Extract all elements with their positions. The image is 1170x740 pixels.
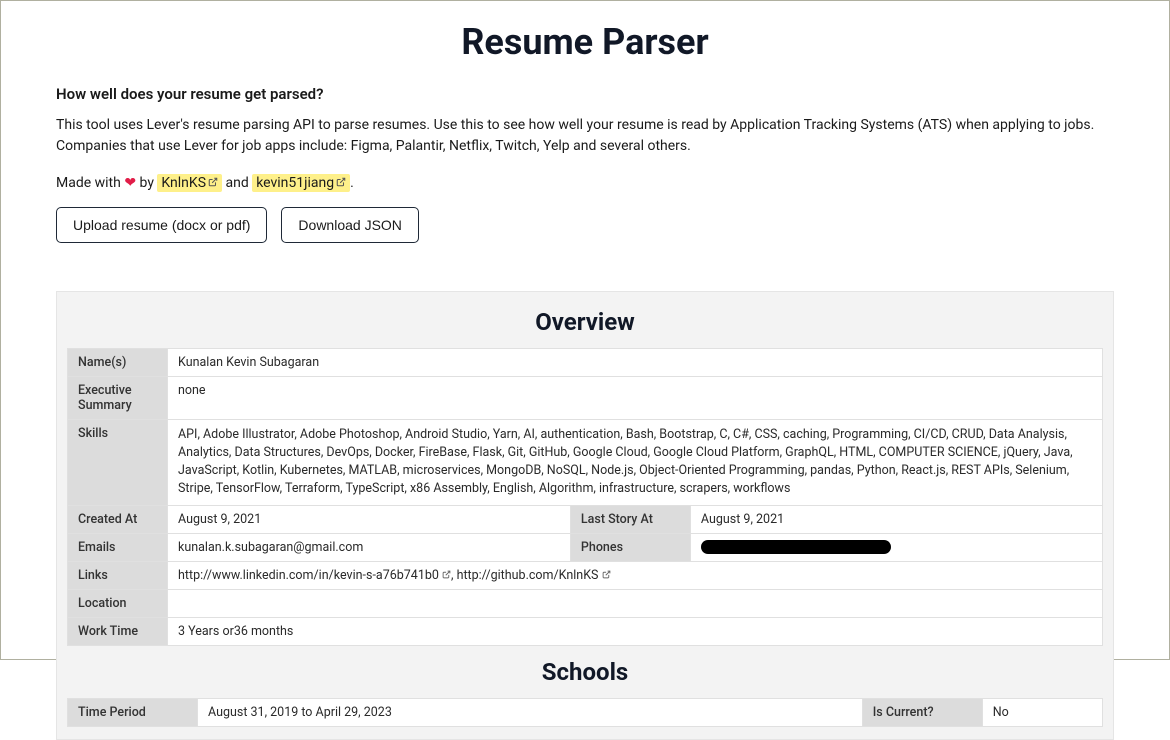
label-phones: Phones (570, 533, 690, 561)
label-links: Links (68, 561, 168, 589)
table-row: Links http://www.linkedin.com/in/kevin-s… (68, 561, 1103, 589)
link-github[interactable]: http://github.com/KnlnKS (457, 568, 599, 583)
label-names: Name(s) (68, 349, 168, 377)
table-row: Skills API, Adobe Illustrator, Adobe Pho… (68, 420, 1103, 506)
author-link-1[interactable]: KnlnKS (157, 174, 222, 192)
label-work-time: Work Time (68, 617, 168, 645)
label-last-story: Last Story At (570, 505, 690, 533)
table-row: Created At August 9, 2021 Last Story At … (68, 505, 1103, 533)
value-exec-summary: none (168, 377, 1103, 420)
value-work-time: 3 Years or36 months (168, 617, 1103, 645)
credits-prefix: Made with (56, 175, 124, 191)
value-created-at: August 9, 2021 (168, 505, 571, 533)
external-link-icon (336, 175, 346, 185)
subtitle: How well does your resume get parsed? (56, 85, 1114, 103)
credits-and: and (222, 175, 252, 191)
table-row: Emails kunalan.k.subagaran@gmail.com Pho… (68, 533, 1103, 561)
results-panel: Overview Name(s) Kunalan Kevin Subagaran… (56, 291, 1114, 740)
external-link-icon (602, 568, 611, 583)
value-emails: kunalan.k.subagaran@gmail.com (168, 533, 571, 561)
table-row: Name(s) Kunalan Kevin Subagaran (68, 349, 1103, 377)
button-row: Upload resume (docx or pdf) Download JSO… (56, 207, 1114, 243)
credits-period: . (350, 175, 354, 191)
label-is-current: Is Current? (862, 698, 982, 726)
table-row: Work Time 3 Years or36 months (68, 617, 1103, 645)
schools-title: Schools (57, 658, 1113, 686)
upload-button[interactable]: Upload resume (docx or pdf) (56, 207, 267, 243)
page-title: Resume Parser (56, 21, 1114, 63)
schools-table: Time Period August 31, 2019 to April 29,… (67, 698, 1103, 727)
download-button[interactable]: Download JSON (281, 207, 419, 243)
overview-table: Name(s) Kunalan Kevin Subagaran Executiv… (67, 348, 1103, 646)
external-link-icon (208, 175, 218, 185)
value-links: http://www.linkedin.com/in/kevin-s-a76b7… (168, 561, 1103, 589)
heart-icon: ❤ (124, 175, 136, 191)
value-names: Kunalan Kevin Subagaran (168, 349, 1103, 377)
overview-title: Overview (57, 308, 1113, 336)
value-skills: API, Adobe Illustrator, Adobe Photoshop,… (168, 420, 1103, 506)
author-link-2[interactable]: kevin51jiang (252, 174, 350, 192)
table-row: Location (68, 589, 1103, 617)
link-linkedin[interactable]: http://www.linkedin.com/in/kevin-s-a76b7… (178, 568, 439, 583)
label-exec-summary: Executive Summary (68, 377, 168, 420)
description: This tool uses Lever's resume parsing AP… (56, 115, 1114, 157)
value-is-current: No (982, 698, 1102, 726)
label-emails: Emails (68, 533, 168, 561)
value-location (168, 589, 1103, 617)
label-time-period: Time Period (68, 698, 198, 726)
value-last-story: August 9, 2021 (690, 505, 1102, 533)
label-created-at: Created At (68, 505, 168, 533)
table-row: Executive Summary none (68, 377, 1103, 420)
credits-line: Made with ❤ by KnlnKS and kevin51jiang. (56, 175, 1114, 191)
label-skills: Skills (68, 420, 168, 506)
table-row: Time Period August 31, 2019 to April 29,… (68, 698, 1103, 726)
external-link-icon (442, 568, 451, 583)
redacted-bar (701, 540, 891, 554)
value-time-period: August 31, 2019 to April 29, 2023 (198, 698, 863, 726)
label-location: Location (68, 589, 168, 617)
credits-by: by (136, 175, 157, 191)
value-phones (690, 533, 1102, 561)
